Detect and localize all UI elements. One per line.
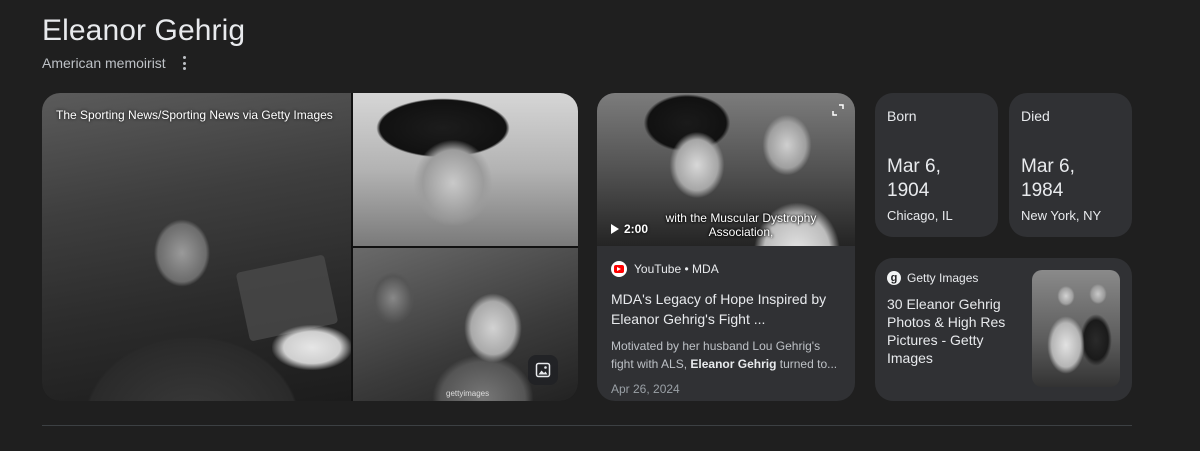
video-title[interactable]: MDA's Legacy of Hope Inspired by Eleanor… [611, 289, 841, 329]
video-source: YouTube • MDA [634, 262, 719, 276]
image-gallery[interactable]: The Sporting News/Sporting News via Gett… [42, 93, 578, 401]
duration-text: 2:00 [624, 222, 649, 236]
video-source-row: YouTube • MDA [611, 261, 841, 277]
entity-title: Eleanor Gehrig [42, 14, 246, 47]
born-date: Mar 6, 1904 [887, 156, 941, 201]
photo-top-right[interactable] [353, 93, 578, 246]
died-card[interactable]: Died Mar 6, 1984 New York, NY [1009, 93, 1132, 237]
getty-source-row: g Getty Images [887, 271, 978, 285]
video-caption: with the Muscular Dystrophy Association, [665, 211, 817, 239]
video-date: Apr 26, 2024 [611, 382, 680, 396]
image-gallery-icon[interactable] [528, 355, 558, 385]
born-label: Born [887, 108, 917, 124]
video-duration: 2:00 [611, 222, 648, 236]
more-options-icon[interactable] [178, 55, 192, 71]
video-card[interactable]: with the Muscular Dystrophy Association,… [597, 93, 855, 401]
born-card[interactable]: Born Mar 6, 1904 Chicago, IL [875, 93, 998, 237]
snippet-suffix: turned to... [776, 357, 838, 371]
getty-images-card[interactable]: g Getty Images 30 Eleanor Gehrig Photos … [875, 258, 1132, 401]
getty-source: Getty Images [907, 271, 979, 285]
entity-subtitle: American memoirist [42, 55, 166, 71]
section-divider [42, 425, 1132, 426]
subtitle-row: American memoirist [42, 55, 192, 71]
video-snippet: Motivated by her husband Lou Gehrig's fi… [611, 337, 841, 373]
gloved-hand-shape [272, 325, 351, 370]
getty-g-icon: g [887, 271, 901, 285]
getty-watermark: gettyimages [446, 389, 490, 398]
expand-icon[interactable] [831, 103, 845, 117]
main-photo[interactable] [42, 93, 351, 401]
born-place: Chicago, IL [887, 208, 953, 223]
getty-thumbnail[interactable] [1032, 270, 1120, 387]
video-body: YouTube • MDA MDA's Legacy of Hope Inspi… [611, 261, 841, 396]
died-place: New York, NY [1021, 208, 1102, 223]
died-label: Died [1021, 108, 1050, 124]
image-credit: The Sporting News/Sporting News via Gett… [56, 108, 333, 122]
getty-title[interactable]: 30 Eleanor Gehrig Photos & High Res Pict… [887, 295, 1022, 367]
died-date: Mar 6, 1984 [1021, 156, 1075, 201]
youtube-icon [611, 261, 627, 277]
snippet-bold: Eleanor Gehrig [690, 357, 777, 371]
play-icon [611, 224, 619, 234]
video-thumbnail[interactable]: with the Muscular Dystrophy Association,… [597, 93, 855, 246]
